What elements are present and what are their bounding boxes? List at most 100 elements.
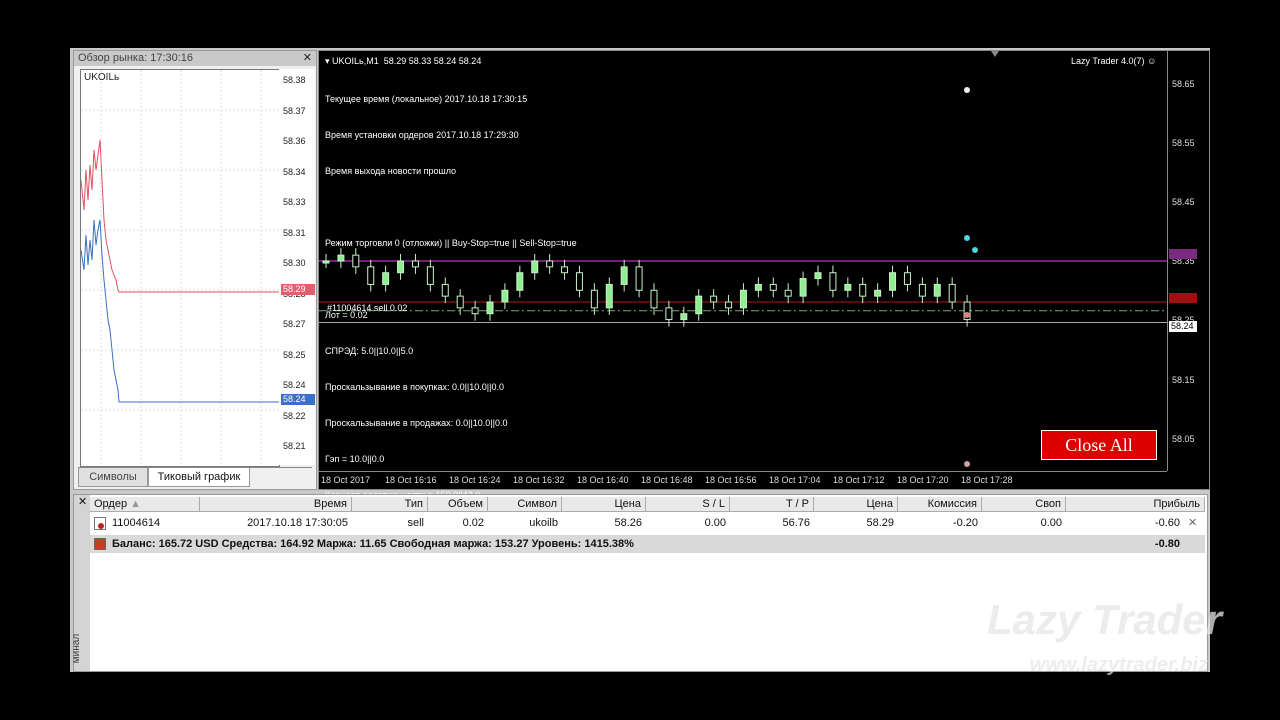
market-watch-title: Обзор рынка: 17:30:16 <box>78 52 194 64</box>
candle <box>844 283 852 291</box>
cell-current-price: 58.29 <box>866 517 894 529</box>
buy-stop-marker <box>964 235 970 241</box>
candle <box>620 266 628 285</box>
info-line <box>325 273 577 285</box>
time-label: 18 Oct 16:56 <box>705 475 757 485</box>
expert-name: Lazy Trader 4.0(7) <box>1071 56 1145 66</box>
close-all-button[interactable]: Close All <box>1041 430 1157 460</box>
ask-price-tag: 58.29 <box>281 284 315 295</box>
tab-tick-chart[interactable]: Тиковый график <box>148 468 250 487</box>
time-label: 18 Oct 17:28 <box>961 475 1013 485</box>
candle <box>754 283 762 291</box>
tick-price-label: 58.27 <box>283 319 306 329</box>
col-header-swap[interactable]: Своп <box>982 497 1066 512</box>
info-line: Время выхода новости прошло <box>325 166 457 176</box>
col-label: Ордер <box>94 498 128 510</box>
cell-swap: 0.00 <box>1040 517 1062 529</box>
col-header-price[interactable]: Цена <box>562 497 646 512</box>
cell-volume: 0.02 <box>462 517 484 529</box>
time-label: 18 Oct 16:40 <box>577 475 629 485</box>
tick-price-label: 58.31 <box>283 227 306 238</box>
candle <box>725 301 733 309</box>
col-header-volume[interactable]: Объем <box>428 497 488 512</box>
info-line: Проскальзывание в покупках: 0.0||10.0||0… <box>325 382 504 392</box>
candle <box>695 295 703 315</box>
time-label: 18 Oct 16:24 <box>449 475 501 485</box>
order-label: #11004614 sell 0.02 <box>327 303 408 313</box>
tick-price-label: 58.36 <box>283 136 306 146</box>
balance-profit: -0.80 <box>1154 538 1180 550</box>
time-label: 18 Oct 16:48 <box>641 475 693 485</box>
close-icon[interactable]: ✕ <box>299 51 312 66</box>
col-header-sl[interactable]: S / L <box>646 497 730 512</box>
candle <box>859 283 867 297</box>
close-order-icon[interactable]: ✕ <box>1184 515 1204 531</box>
time-label: 18 Oct 17:20 <box>897 475 949 485</box>
time-label: 18 Oct 17:04 <box>769 475 821 485</box>
candle <box>635 266 643 291</box>
cell-type: sell <box>407 517 424 529</box>
tick-price-label: 58.22 <box>283 410 306 421</box>
price-chart[interactable]: ▾ UKOILь,M1 58.29 58.33 58.24 58.24 Теку… <box>318 50 1210 500</box>
time-label: 18 Oct 16:16 <box>385 475 437 485</box>
cell-tp: 56.76 <box>782 517 810 529</box>
watermark-brand: Lazy Trader <box>987 596 1222 643</box>
candle <box>769 283 777 291</box>
col-header-type[interactable]: Тип <box>352 497 428 512</box>
col-header-current-price[interactable]: Цена <box>814 497 898 512</box>
candle <box>590 289 598 309</box>
col-header-time[interactable]: Время <box>200 497 352 512</box>
candle <box>918 283 926 297</box>
orders-table-header: Ордер ▲ Время Тип Объем Символ Цена S / … <box>90 497 1205 513</box>
info-line: Текущее время (локальное) 2017.10.18 17:… <box>325 94 528 104</box>
col-header-tp[interactable]: T / P <box>730 497 814 512</box>
sell-entry-marker <box>964 312 970 318</box>
buy-stop-price-tag <box>1169 249 1197 259</box>
tick-price-label: 58.24 <box>283 380 306 390</box>
chart-shift-marker <box>991 51 999 57</box>
market-watch-tabs: Символы Тиковый график <box>78 467 312 488</box>
candle <box>829 272 837 291</box>
time-label: 18 Oct 16:32 <box>513 475 565 485</box>
candle <box>799 278 807 297</box>
price-axis: 58.65 58.55 58.45 58.35 58.25 58.15 58.0… <box>1167 51 1210 471</box>
sort-arrow-icon: ▲ <box>130 498 142 510</box>
order-sell-icon <box>94 517 106 530</box>
candle <box>680 313 688 321</box>
info-line <box>325 201 577 213</box>
bid-price-tag: 58.24 <box>281 394 315 405</box>
col-header-symbol[interactable]: Символ <box>488 497 562 512</box>
expert-label[interactable]: Lazy Trader 4.0(7) ☺ <box>1071 56 1156 66</box>
market-watch-panel: Обзор рынка: 17:30:16 ✕ UKOILь 58.38 58.3… <box>73 50 317 490</box>
balance-icon <box>94 538 106 550</box>
cell-sl: 0.00 <box>704 517 726 529</box>
candle <box>575 272 583 291</box>
chart-symbol-ohlc: UKOILь,M1 58.29 58.33 58.24 58.24 <box>332 56 482 66</box>
tab-symbols[interactable]: Символы <box>78 468 148 487</box>
market-watch-title-bar[interactable]: Обзор рынка: 17:30:16 ✕ <box>74 51 316 66</box>
cell-symbol: ukoilb <box>529 517 558 529</box>
tick-price-label: 58.33 <box>283 197 306 207</box>
sell-stop-marker <box>964 461 970 467</box>
table-row[interactable]: 11004614 2017.10.18 17:30:05 sell 0.02 u… <box>90 514 1205 532</box>
candle <box>739 289 747 309</box>
tick-chart-plot <box>80 70 279 466</box>
col-header-profit[interactable]: Прибыль <box>1066 497 1205 512</box>
tick-price-label: 58.34 <box>283 166 306 177</box>
col-header-commission[interactable]: Комиссия <box>898 497 982 512</box>
tick-chart-symbol: UKOILь <box>84 72 120 83</box>
terminal-side-bar: ✕ минал <box>71 495 90 671</box>
watermark-url: www.lazytrader.biz <box>1029 654 1208 676</box>
candle <box>665 307 673 321</box>
close-icon[interactable]: ✕ <box>78 495 87 508</box>
balance-summary: Баланс: 165.72 USD Средства: 164.92 Марж… <box>112 538 634 550</box>
pending-order-marker <box>964 87 970 93</box>
info-line: Режим торговли 0 (отложки) || Buy-Stop=t… <box>325 238 577 248</box>
chart-menu-icon[interactable]: ▾ <box>325 56 332 66</box>
col-header-order[interactable]: Ордер ▲ <box>90 497 200 512</box>
time-axis: 18 Oct 2017 18 Oct 16:16 18 Oct 16:24 18… <box>319 471 1167 490</box>
info-line: Время установки ордеров 2017.10.18 17:29… <box>325 130 519 140</box>
price-label: 58.45 <box>1172 197 1195 207</box>
price-label: 58.55 <box>1172 138 1195 148</box>
info-line: Проскальзывание в продажах: 0.0||10.0||0… <box>325 418 508 428</box>
